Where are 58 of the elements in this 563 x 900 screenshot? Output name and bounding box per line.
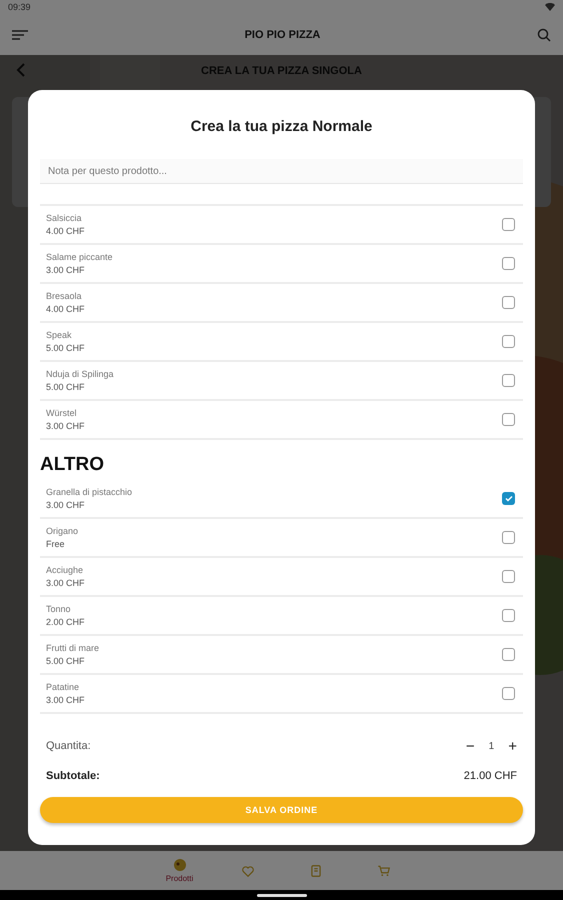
checkbox[interactable] — [502, 609, 515, 622]
topping-price: 2.00 CHF — [46, 617, 85, 627]
home-indicator-icon[interactable] — [256, 894, 306, 896]
status-time: 09:39 — [8, 2, 31, 12]
topping-price: 5.00 CHF — [46, 382, 86, 392]
topping-name: Acciughe — [46, 565, 84, 575]
topping-price: 3.00 CHF — [46, 500, 86, 510]
cart-icon — [376, 864, 390, 878]
topping-price: 3.00 CHF — [46, 421, 85, 431]
topping-name: Bresaola — [46, 291, 83, 301]
topping-name: Patatine — [46, 682, 80, 692]
search-icon[interactable] — [536, 28, 551, 42]
plus-button[interactable]: + — [508, 738, 517, 754]
note-field[interactable]: Nota per questo prodotto... — [40, 159, 523, 184]
subtotal-value: 21.00 CHF — [464, 770, 517, 782]
topping-price: 4.00 CHF — [46, 226, 85, 236]
checkbox[interactable] — [502, 335, 515, 348]
topping-price: 3.00 CHF — [46, 578, 85, 588]
book-icon — [308, 864, 322, 878]
topping-name: Salame piccante — [46, 252, 113, 262]
checkbox[interactable] — [502, 570, 515, 583]
topping-price: 3.00 CHF — [46, 695, 85, 705]
checkbox[interactable] — [502, 531, 515, 544]
quantity-label: Quantita: — [46, 740, 91, 752]
topping-name: Tonno — [46, 604, 72, 614]
quantity-value: 1 — [488, 740, 494, 752]
topping-name: Würstel — [46, 408, 78, 418]
topping-price: 4.00 CHF — [46, 304, 85, 314]
menu-icon[interactable] — [12, 30, 28, 40]
topping-name: Speak — [46, 330, 73, 340]
checkbox[interactable] — [502, 218, 515, 231]
checkbox[interactable] — [502, 374, 515, 387]
wifi-icon — [545, 3, 555, 11]
topping-name: Granella di pistacchio — [46, 487, 132, 497]
checkbox[interactable] — [502, 687, 515, 700]
topping-name: Origano — [46, 526, 78, 536]
topping-name: Frutti di mare — [46, 643, 100, 653]
checkbox[interactable] — [502, 296, 515, 309]
checkbox[interactable] — [502, 648, 515, 661]
back-icon[interactable] — [16, 63, 26, 77]
checkbox[interactable] — [502, 413, 515, 426]
minus-button[interactable]: − — [466, 738, 475, 754]
checkbox[interactable] — [502, 257, 515, 270]
check-icon — [504, 495, 512, 502]
topping-name: Salsiccia — [46, 213, 83, 223]
subtotal-label: Subtotale: — [46, 770, 100, 782]
topping-price: 3.00 CHF — [46, 265, 86, 275]
heart-icon — [240, 864, 254, 878]
topping-price: Free — [46, 539, 66, 549]
topping-price: 5.00 CHF — [46, 656, 86, 666]
topping-name: Nduja di Spilinga — [46, 369, 114, 379]
dialog-title: Crea la tua pizza Normale — [190, 118, 374, 135]
pizza-icon — [172, 858, 186, 872]
checkbox[interactable] — [502, 492, 515, 505]
section-title: ALTRO — [40, 454, 106, 476]
topping-price: 5.00 CHF — [46, 343, 85, 353]
app-title: PIO PIO PIZZA — [244, 28, 320, 40]
nav-tab[interactable]: Prodotti — [166, 858, 194, 883]
